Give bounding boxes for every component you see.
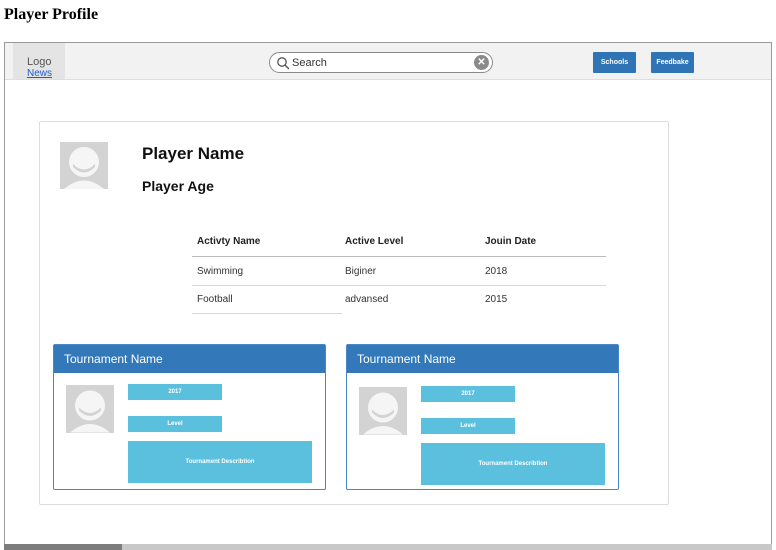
browser-frame: Logo News ✕ Schools Feedbake Player Name… [4,42,772,548]
table-cell: 2015 [485,294,508,305]
col-header-activity: Activty Name [197,236,261,247]
tournament-level-badge: Level [128,416,222,432]
clear-search-icon[interactable]: ✕ [474,55,489,70]
scrollbar-thumb[interactable] [4,544,122,550]
tournament-level-badge: Level [421,418,515,434]
tournament-avatar [66,385,114,433]
news-link[interactable]: News [27,68,52,79]
player-avatar [60,142,108,189]
tournament-year-badge: 2017 [128,384,222,400]
table-cell: Football [197,294,233,305]
horizontal-scrollbar[interactable] [4,544,772,550]
tournament-description: Tournament Describtion [421,443,605,485]
top-navbar: Logo News ✕ Schools Feedbake [5,43,771,80]
logo[interactable]: Logo News [13,43,65,79]
tournament-description: Tournament Describtion [128,441,312,483]
tournament-name: Tournament Name [347,345,618,373]
profile-card: Player Name Player Age Activty Name Acti… [39,121,669,505]
search-box[interactable]: ✕ [269,52,493,73]
schools-button[interactable]: Schools [593,52,636,73]
table-cell: Swimming [197,266,244,277]
page-title: Player Profile [4,6,99,23]
table-cell: advansed [345,294,389,305]
feedback-button[interactable]: Feedbake [651,52,694,73]
player-age: Player Age [142,178,214,194]
avatar-icon [70,390,110,433]
col-header-date: Jouin Date [485,236,537,247]
header-divider [192,256,606,257]
table-cell: 2018 [485,266,508,277]
player-name: Player Name [142,144,245,163]
tournament-year-badge: 2017 [421,386,515,402]
search-icon [277,57,290,70]
row-divider [192,313,342,314]
search-input[interactable] [292,55,462,70]
tournament-card: Tournament Name 2017 Level Tournament De… [346,344,619,490]
tournament-name: Tournament Name [54,345,325,373]
avatar-icon [64,147,104,189]
avatar-icon [363,392,403,435]
tournament-avatar [359,387,407,435]
col-header-level: Active Level [345,236,404,247]
table-cell: Biginer [345,266,377,277]
logo-text: Logo [27,56,52,68]
tournament-card: Tournament Name 2017 Level Tournament De… [53,344,326,490]
row-divider [192,285,606,286]
